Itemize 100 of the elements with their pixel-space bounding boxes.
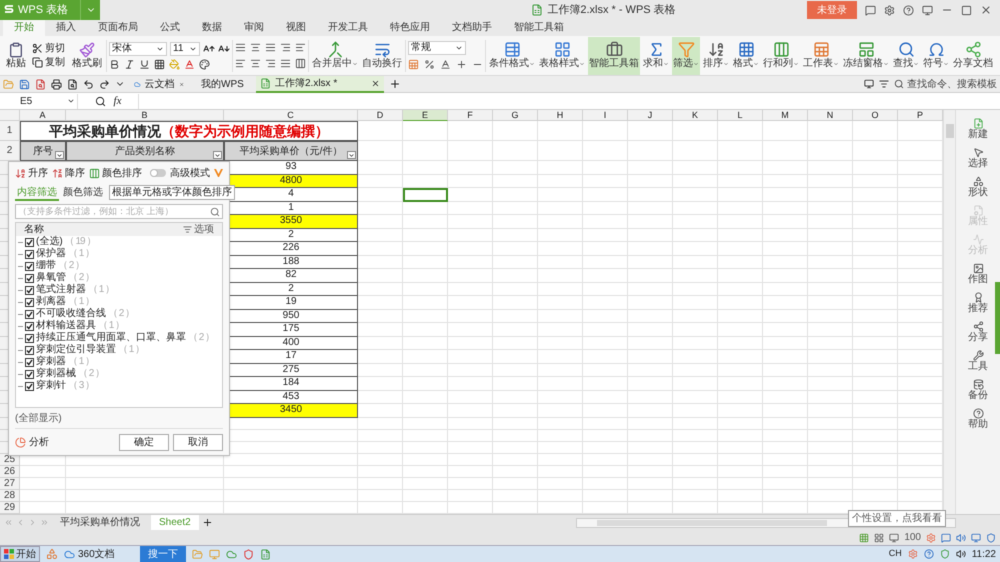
- filter-item[interactable]: 鼻氧管 （ 2 ）: [16, 272, 222, 284]
- font-name-field[interactable]: 宋体: [109, 42, 167, 56]
- taskbar-app[interactable]: 360文档: [64, 546, 134, 562]
- sheet-tab[interactable]: 平均采购单价情况: [52, 515, 148, 530]
- row-number: 26: [0, 466, 20, 478]
- filter-item[interactable]: 绷带 （ 2 ）: [16, 260, 222, 272]
- language-indicator[interactable]: CH: [888, 547, 902, 561]
- sheet-tab[interactable]: Sheet2: [151, 515, 199, 530]
- column-header[interactable]: P: [898, 110, 943, 121]
- color-sort-option-button[interactable]: 根据单元格或字体颜色排序: [109, 185, 235, 200]
- ribbon-button[interactable]: 条件格式: [488, 36, 536, 74]
- filter-item[interactable]: 穿刺器械 （ 2 ）: [16, 368, 222, 380]
- sidebar-button[interactable]: 分享: [968, 317, 988, 346]
- ribbon-button[interactable]: 工作表: [802, 36, 840, 74]
- column-header[interactable]: E: [403, 110, 448, 121]
- menu-tab[interactable]: 开发工具: [317, 20, 379, 36]
- column-header[interactable]: N: [808, 110, 853, 121]
- advanced-mode-label: 高级模式: [170, 166, 210, 180]
- copy-button[interactable]: 复制: [32, 56, 68, 68]
- ribbon-button[interactable]: 符号: [922, 36, 950, 74]
- zoom-level[interactable]: 100: [904, 530, 921, 545]
- ribbon-button[interactable]: 行和列: [762, 36, 800, 74]
- command-search-field[interactable]: 查找命令、搜索模板: [894, 76, 997, 92]
- cut-button[interactable]: 剪切: [32, 42, 68, 54]
- sidebar-button[interactable]: 形状: [968, 172, 988, 201]
- cancel-button[interactable]: 取消: [173, 434, 223, 450]
- column-header[interactable]: I: [583, 110, 628, 121]
- document-tab[interactable]: 云文档: [130, 76, 188, 92]
- ribbon-button[interactable]: 合并居中: [311, 36, 359, 74]
- column-header[interactable]: J: [628, 110, 673, 121]
- menu-tab[interactable]: 插入: [45, 20, 87, 36]
- filter-item[interactable]: 穿刺针 （ 3 ）: [16, 380, 222, 392]
- row-number: 1: [0, 121, 20, 141]
- table-header-cell: 产品类别名称: [66, 141, 224, 161]
- window-title: 工作簿2.xlsx * - WPS 表格: [547, 2, 676, 18]
- column-header[interactable]: B: [66, 110, 224, 121]
- ribbon-button[interactable]: 排序: [702, 36, 730, 74]
- column-header[interactable]: D: [358, 110, 403, 121]
- menu-tab[interactable]: 公式: [149, 20, 191, 36]
- ribbon-button[interactable]: 筛选: [672, 36, 700, 74]
- sidebar-button[interactable]: 帮助: [968, 404, 988, 433]
- sort-descending-button[interactable]: 降序: [52, 166, 85, 180]
- sort-ascending-button[interactable]: 升序: [15, 166, 48, 180]
- sidebar-button[interactable]: 备份: [968, 375, 988, 404]
- filter-item[interactable]: 不可吸收缝合线 （ 2 ）: [16, 308, 222, 320]
- filter-item[interactable]: (全选) （ 19 ）: [16, 236, 222, 248]
- column-header[interactable]: F: [448, 110, 493, 121]
- format-painter-button[interactable]: 格式刷: [70, 36, 104, 74]
- filter-item[interactable]: 材料输送器具 （ 1 ）: [16, 320, 222, 332]
- ribbon-button[interactable]: 冻结窗格: [842, 36, 890, 74]
- options-button[interactable]: 选项: [183, 222, 214, 237]
- document-tab[interactable]: 我的WPS: [193, 76, 251, 92]
- ok-button[interactable]: 确定: [119, 434, 169, 450]
- filter-item[interactable]: 穿刺定位引导装置 （ 1 ）: [16, 344, 222, 356]
- number-format-field[interactable]: 常规: [408, 41, 466, 55]
- ribbon-button[interactable]: 智能工具箱: [588, 36, 640, 74]
- filter-item[interactable]: 持续正压通气用面罩、口罩、鼻罩 （ 2 ）: [16, 332, 222, 344]
- column-header[interactable]: M: [763, 110, 808, 121]
- ribbon-button[interactable]: 分享文档: [952, 36, 994, 74]
- ribbon-button[interactable]: 格式: [732, 36, 760, 74]
- menu-tab[interactable]: 文档助手: [441, 20, 503, 36]
- column-header[interactable]: C: [224, 110, 358, 121]
- ribbon-button[interactable]: 求和: [642, 36, 670, 74]
- menu-tab[interactable]: 视图: [275, 20, 317, 36]
- sidebar-button[interactable]: 作图: [968, 259, 988, 288]
- color-sort-button[interactable]: 颜色排序: [89, 166, 142, 180]
- filter-item[interactable]: 剥离器 （ 1 ）: [16, 296, 222, 308]
- menu-tab[interactable]: 审阅: [233, 20, 275, 36]
- column-header[interactable]: H: [538, 110, 583, 121]
- start-button[interactable]: 开始: [0, 546, 40, 562]
- filter-item[interactable]: 穿刺器 （ 1 ）: [16, 356, 222, 368]
- menu-tab[interactable]: 开始: [3, 20, 45, 36]
- filter-item[interactable]: 保护器 （ 1 ）: [16, 248, 222, 260]
- sidebar-button[interactable]: 工具: [968, 346, 988, 375]
- menu-tab[interactable]: 特色应用: [379, 20, 441, 36]
- show-all-label: (全部显示): [15, 411, 223, 429]
- sidebar-button[interactable]: 选择: [968, 143, 988, 172]
- menu-tab[interactable]: 数据: [191, 20, 233, 36]
- font-size-field[interactable]: 11: [170, 42, 200, 56]
- name-box[interactable]: E5: [0, 94, 78, 108]
- column-header[interactable]: O: [853, 110, 898, 121]
- paste-button[interactable]: 粘贴: [2, 36, 30, 74]
- column-header[interactable]: K: [673, 110, 718, 121]
- search-button[interactable]: 搜一下: [140, 546, 186, 562]
- menu-tab[interactable]: 智能工具箱: [503, 20, 575, 36]
- menu-tab[interactable]: 页面布局: [87, 20, 149, 36]
- row-number: 29: [0, 502, 20, 514]
- column-header[interactable]: A: [20, 110, 66, 121]
- ribbon-button[interactable]: 自动换行: [361, 36, 403, 74]
- ribbon-button[interactable]: 表格样式: [538, 36, 586, 74]
- function-label[interactable]: fx: [114, 92, 122, 110]
- sidebar-button[interactable]: 推荐: [968, 288, 988, 317]
- filter-item[interactable]: 笔式注射器 （ 1 ）: [16, 284, 222, 296]
- column-header[interactable]: G: [493, 110, 538, 121]
- ribbon-button[interactable]: 查找: [892, 36, 920, 74]
- document-tab[interactable]: 工作簿2.xlsx *: [256, 76, 384, 92]
- analyze-button[interactable]: 分析: [15, 434, 49, 450]
- sidebar-button[interactable]: 新建: [968, 114, 988, 143]
- filter-tab[interactable]: 颜色筛选: [61, 184, 105, 200]
- column-header[interactable]: L: [718, 110, 763, 121]
